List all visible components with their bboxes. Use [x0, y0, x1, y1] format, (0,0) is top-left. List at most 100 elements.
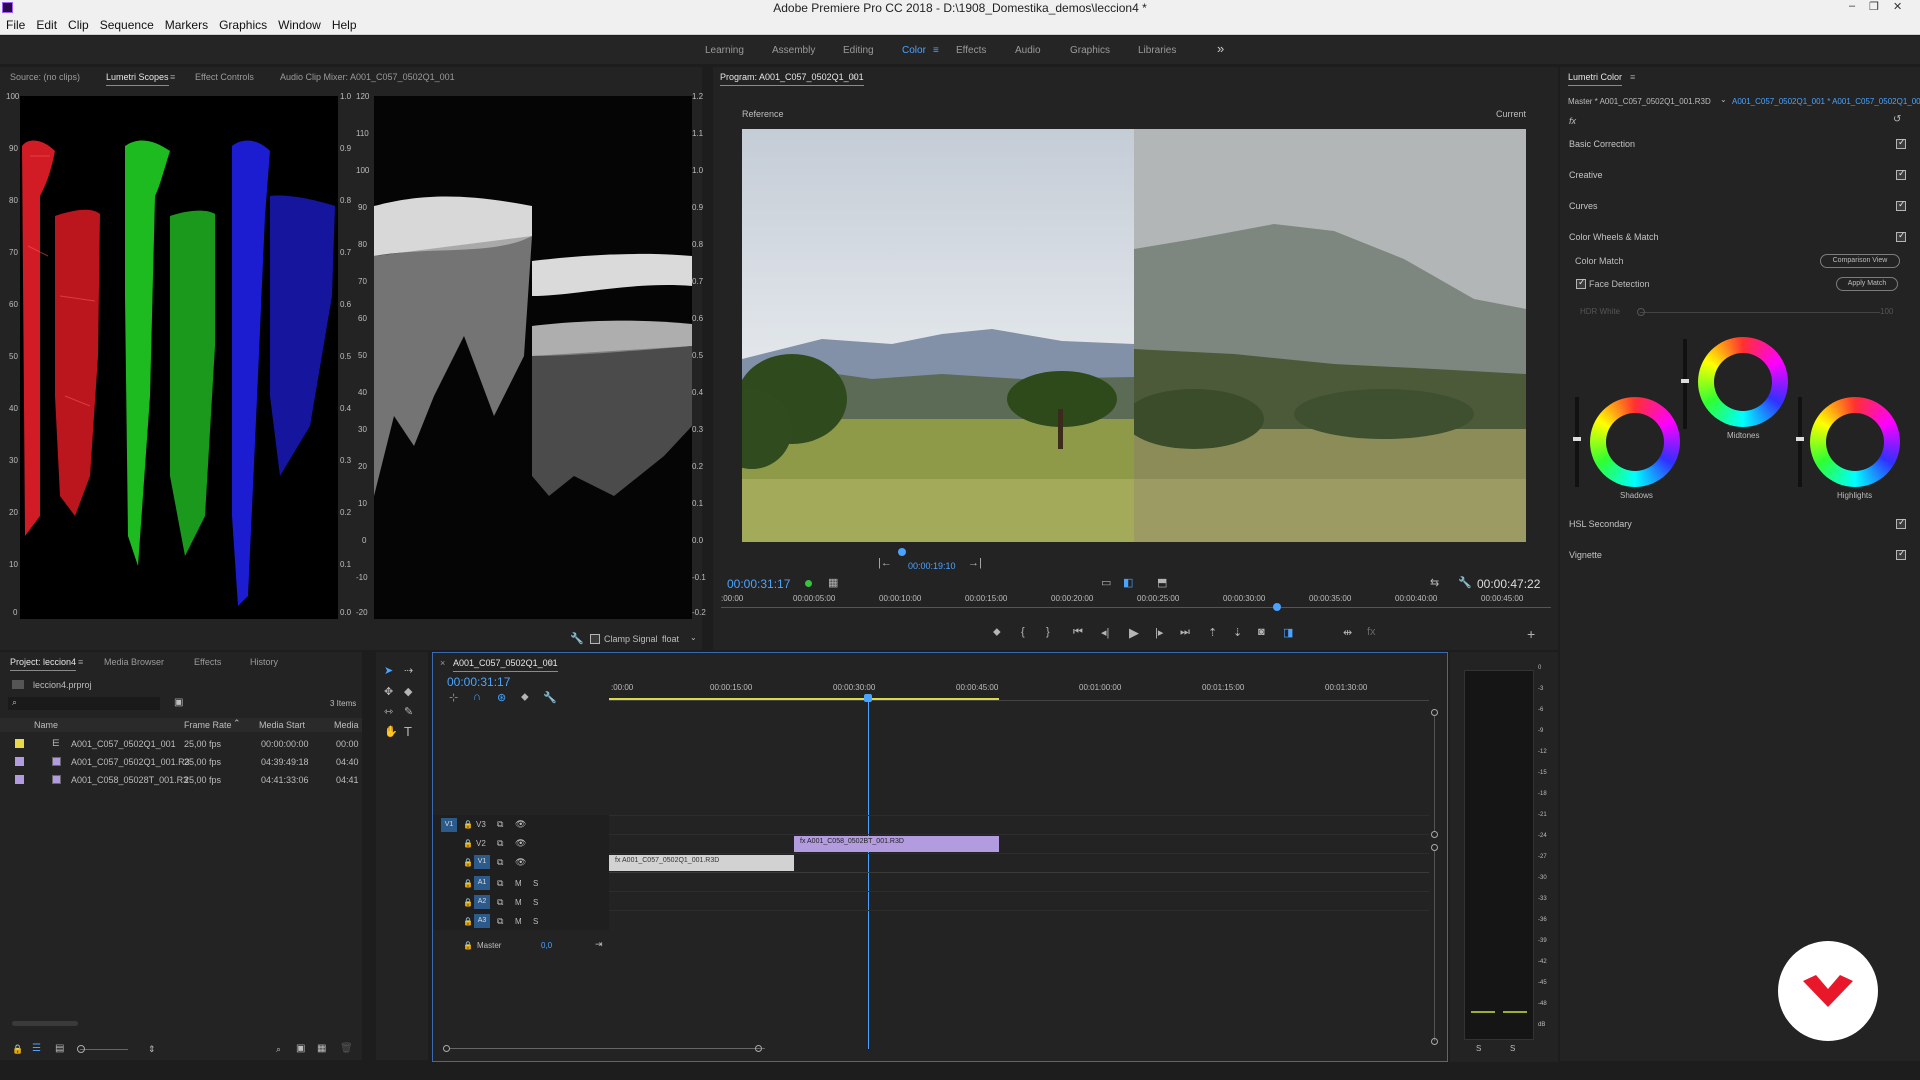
- workspace-menu-icon[interactable]: ≡: [933, 45, 939, 56]
- track-label-a3[interactable]: A3: [474, 914, 490, 928]
- program-timecode[interactable]: 00:00:31:17: [727, 577, 790, 591]
- close-icon[interactable]: ×: [440, 658, 445, 668]
- playhead[interactable]: [1273, 603, 1281, 611]
- master-skip-icon[interactable]: ⇥: [595, 939, 603, 950]
- master-value[interactable]: 0,0: [541, 941, 552, 950]
- clip-v1[interactable]: fx A001_C057_0502Q1_001.R3D: [609, 855, 794, 871]
- eye-icon[interactable]: 👁: [515, 819, 526, 830]
- lock-icon[interactable]: 🔒: [12, 1044, 23, 1055]
- hand-tool-icon[interactable]: ✋: [384, 725, 398, 738]
- midtones-slider[interactable]: [1681, 339, 1689, 429]
- tab-media-browser[interactable]: Media Browser: [104, 657, 164, 667]
- vertical-split-icon[interactable]: ⬒: [1157, 576, 1167, 589]
- comparison-view-button[interactable]: Comparison View: [1820, 254, 1900, 268]
- sync-lock-icon[interactable]: ⧉: [497, 857, 503, 868]
- section-creative[interactable]: Creative: [1569, 168, 1906, 190]
- menu-help[interactable]: Help: [326, 16, 362, 32]
- sync-lock-icon[interactable]: ⧉: [497, 916, 503, 927]
- go-to-out-button[interactable]: ⏭: [1180, 626, 1190, 639]
- horizontal-zoom-scrollbar[interactable]: [450, 1048, 765, 1049]
- side-by-side-icon[interactable]: ▭: [1101, 576, 1111, 589]
- pen-tool-icon[interactable]: ✎: [404, 705, 413, 718]
- go-to-out-icon[interactable]: →|: [968, 557, 982, 569]
- panel-menu-icon[interactable]: ≡: [170, 72, 175, 82]
- col-frame-rate[interactable]: Frame Rate: [184, 720, 232, 730]
- lumetri-title[interactable]: Lumetri Color: [1568, 72, 1623, 86]
- mute-button[interactable]: M: [515, 898, 522, 907]
- type-tool-icon[interactable]: T: [404, 724, 412, 739]
- new-item-icon[interactable]: ▦: [317, 1043, 326, 1054]
- apply-match-button[interactable]: Apply Match: [1836, 277, 1898, 291]
- snap-icon[interactable]: ∩: [473, 691, 481, 703]
- solo-left-button[interactable]: S: [1476, 1044, 1481, 1053]
- slider-handle[interactable]: [77, 1045, 85, 1053]
- tab-lumetri-scopes[interactable]: Lumetri Scopes: [106, 72, 169, 86]
- project-row[interactable]: A001_C057_0502Q1_001.R3 25,00 fps 04:39:…: [8, 754, 363, 772]
- workspace-audio[interactable]: Audio: [1015, 45, 1041, 56]
- face-detection-checkbox[interactable]: [1576, 277, 1586, 289]
- enable-checkbox[interactable]: [1896, 548, 1906, 560]
- timeline-timecode[interactable]: 00:00:31:17: [447, 675, 510, 689]
- source-patch-v1[interactable]: V1: [441, 818, 457, 832]
- go-to-in-icon[interactable]: |←: [878, 557, 892, 569]
- enable-checkbox[interactable]: [1896, 199, 1906, 211]
- scroll-handle[interactable]: [1431, 844, 1438, 851]
- section-basic-correction[interactable]: Basic Correction: [1569, 137, 1906, 159]
- linked-selection-icon[interactable]: ⊛: [497, 691, 506, 704]
- workspace-editing[interactable]: Editing: [843, 45, 874, 56]
- track-label-a2[interactable]: A2: [474, 895, 490, 909]
- timeline-settings-icon[interactable]: 🔧: [543, 691, 557, 704]
- slip-tool-icon[interactable]: ⇿: [384, 705, 393, 718]
- selection-tool-icon[interactable]: ➤: [384, 664, 393, 677]
- project-row[interactable]: A001_C058_05028T_001.R3 25,00 fps 04:41:…: [8, 772, 363, 790]
- track-label-v2[interactable]: V2: [476, 839, 486, 848]
- mark-in-icon[interactable]: {: [1021, 626, 1025, 638]
- shadows-wheel[interactable]: [1590, 397, 1680, 487]
- slider-handle[interactable]: [1573, 437, 1581, 441]
- find-icon[interactable]: ⌕: [276, 1044, 281, 1055]
- zoom-handle-right[interactable]: [755, 1045, 762, 1052]
- camera-icon[interactable]: ◙: [1258, 626, 1265, 638]
- step-forward-icon[interactable]: |▸: [1155, 626, 1163, 639]
- section-hsl-secondary[interactable]: HSL Secondary: [1569, 517, 1906, 539]
- solo-right-button[interactable]: S: [1510, 1044, 1515, 1053]
- highlights-wheel[interactable]: [1810, 397, 1900, 487]
- scroll-handle[interactable]: [1431, 831, 1438, 838]
- add-marker-icon[interactable]: ⬥: [993, 626, 1001, 639]
- zoom-slider[interactable]: [80, 1049, 128, 1050]
- slider-handle[interactable]: [1796, 437, 1804, 441]
- play-button[interactable]: ▶: [1129, 625, 1139, 641]
- sync-lock-icon[interactable]: ⧉: [497, 838, 503, 849]
- program-title[interactable]: Program: A001_C057_0502Q1_001: [720, 72, 864, 86]
- solo-button[interactable]: S: [533, 898, 538, 907]
- menu-edit[interactable]: Edit: [30, 16, 62, 32]
- master-clip-selector[interactable]: Master * A001_C057_0502Q1_001.R3D: [1568, 97, 1711, 106]
- solo-button[interactable]: S: [533, 917, 538, 926]
- mute-button[interactable]: M: [515, 879, 522, 888]
- mark-out-icon[interactable]: }: [1046, 626, 1050, 638]
- split-view-icon[interactable]: ◧: [1123, 576, 1133, 589]
- menu-graphics[interactable]: Graphics: [213, 16, 272, 32]
- sync-lock-icon[interactable]: ⧉: [497, 897, 503, 908]
- track-label-v1[interactable]: V1: [474, 855, 490, 869]
- restore-button[interactable]: ❐: [1869, 0, 1879, 13]
- lock-icon[interactable]: 🔒: [463, 858, 473, 867]
- go-to-in-button[interactable]: ⏮: [1073, 626, 1083, 639]
- midtones-wheel[interactable]: [1698, 337, 1788, 427]
- swap-icon[interactable]: ⇆: [1430, 576, 1439, 589]
- col-name[interactable]: Name: [34, 720, 58, 730]
- horizontal-scrollbar[interactable]: [12, 1021, 78, 1026]
- workspace-effects[interactable]: Effects: [956, 45, 986, 56]
- clip-v2[interactable]: fx A001_C058_0502BT_001.R3D: [794, 836, 999, 852]
- lock-icon[interactable]: 🔒: [463, 898, 473, 907]
- tab-effects[interactable]: Effects: [194, 657, 221, 667]
- reference-playhead[interactable]: [898, 548, 906, 556]
- clip-selector[interactable]: A001_C057_0502Q1_001 * A001_C057_0502Q1_…: [1732, 97, 1920, 106]
- mute-button[interactable]: M: [515, 917, 522, 926]
- list-view-icon[interactable]: ☰: [32, 1043, 41, 1054]
- tab-project[interactable]: Project: leccion4: [10, 657, 77, 671]
- lift-icon[interactable]: ⇡: [1208, 626, 1217, 639]
- menu-sequence[interactable]: Sequence: [94, 16, 159, 32]
- workspace-learning[interactable]: Learning: [705, 45, 744, 56]
- section-vignette[interactable]: Vignette: [1569, 548, 1906, 570]
